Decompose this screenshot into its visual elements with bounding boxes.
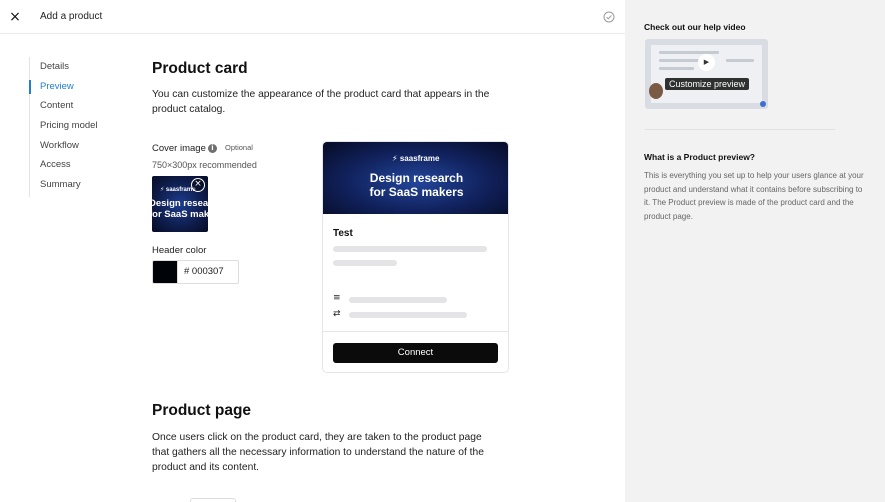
product-page-description-line: Once users click on the product card, th… — [152, 432, 482, 443]
banner-text: for SaaS makers — [369, 185, 464, 199]
banner-logo: ⚡ saasframe — [392, 154, 440, 163]
connect-button[interactable]: Connect — [333, 343, 498, 363]
product-card-description-line: You can customize the appearance of the … — [152, 89, 490, 100]
video-caption: Customize preview — [665, 78, 750, 90]
cover-image-label: Cover image — [152, 143, 206, 154]
step-navigation: Details Preview Content Pricing model Wo… — [29, 57, 124, 197]
nav-item-summary[interactable]: Summary — [40, 179, 81, 190]
banner-text: Design research — [369, 171, 464, 185]
skeleton-line — [333, 246, 487, 252]
skeleton-line — [349, 312, 467, 318]
header-color-input[interactable]: # 000307 — [177, 260, 239, 284]
swap-icon: ⇄ — [333, 309, 341, 319]
card-divider — [323, 331, 508, 332]
nav-item-pricing-model[interactable]: Pricing model — [40, 120, 98, 131]
product-page-description-line: that gathers all the necessary informati… — [152, 447, 484, 458]
close-icon[interactable]: × — [8, 9, 22, 25]
product-card-heading: Product card — [152, 60, 248, 77]
check-circle-icon — [603, 11, 615, 23]
nav-active-indicator — [29, 80, 31, 94]
nav-item-preview[interactable]: Preview — [40, 81, 74, 92]
thumbnail-logo: ⚡ saasframe — [160, 187, 196, 193]
product-card-description-line: product catalog. — [152, 104, 226, 115]
product-card-preview: ⚡ saasframe Design research for SaaS mak… — [322, 141, 509, 373]
product-page-description-line: product and its content. — [152, 462, 260, 473]
product-page-description: Once users click on the product card, th… — [152, 430, 507, 475]
remove-image-icon[interactable]: × — [191, 178, 205, 192]
thumbnail-text: for SaaS maker — [152, 209, 208, 220]
color-swatch[interactable] — [152, 260, 177, 284]
card-banner: ⚡ saasframe Design research for SaaS mak… — [323, 142, 508, 214]
skeleton-line — [333, 260, 397, 266]
thumbnail-text: Design researc — [152, 198, 208, 209]
video-thumbnail-line — [659, 51, 719, 54]
help-section-text: This is everything you set up to help yo… — [644, 171, 864, 221]
play-icon[interactable]: ▶ — [698, 54, 715, 71]
card-title: Test — [333, 228, 353, 239]
video-thumbnail-line — [659, 67, 694, 70]
optional-badge: Optional — [225, 143, 253, 152]
info-icon[interactable]: i — [208, 144, 217, 153]
video-thumbnail-line — [659, 59, 699, 62]
nav-item-access[interactable]: Access — [40, 159, 71, 170]
product-card-description: You can customize the appearance of the … — [152, 87, 507, 117]
help-video[interactable]: ▶ Customize preview — [645, 39, 768, 109]
presenter-avatar — [649, 83, 663, 99]
cover-image-hint: 750×300px recommended — [152, 160, 257, 170]
header-color-label: Header color — [152, 245, 207, 256]
page-title: Add a product — [40, 11, 103, 22]
product-page-heading: Product page — [152, 402, 252, 419]
video-thumbnail-line — [726, 59, 754, 62]
top-bar: × Add a product — [0, 0, 625, 34]
list-icon: ≡ — [333, 293, 341, 303]
nav-item-details[interactable]: Details — [40, 61, 69, 72]
help-video-heading: Check out our help video — [644, 22, 746, 32]
partial-element — [190, 498, 236, 502]
skeleton-line — [349, 297, 447, 303]
help-divider — [645, 129, 835, 130]
help-panel: Check out our help video ▶ Customize pre… — [625, 0, 885, 502]
video-badge-icon — [760, 101, 766, 107]
help-section-heading: What is a Product preview? — [644, 152, 755, 162]
nav-item-workflow[interactable]: Workflow — [40, 140, 79, 151]
nav-item-content[interactable]: Content — [40, 100, 73, 111]
